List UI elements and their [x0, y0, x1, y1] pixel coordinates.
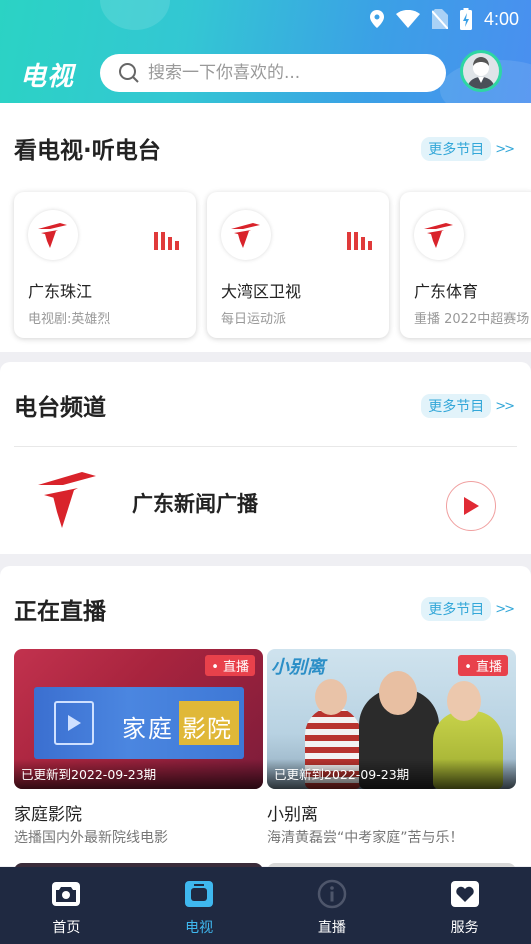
more-programs-button[interactable]: 更多节目	[421, 137, 492, 161]
live-title[interactable]: 小别离	[267, 800, 318, 825]
update-text: 已更新到2022-09-23期	[274, 767, 410, 782]
search-input[interactable]	[148, 63, 428, 83]
channel-program: 重播 2022中超赛场	[414, 312, 530, 327]
channel-logo-icon	[221, 210, 271, 260]
app-logo: 电视	[20, 62, 75, 92]
channel-logo-icon	[28, 210, 78, 260]
wifi-icon	[395, 10, 420, 28]
divider	[14, 446, 517, 447]
poster-person	[379, 671, 417, 715]
nav-label: 服务	[450, 920, 479, 936]
status-time: 4:00	[483, 8, 519, 29]
search-bar[interactable]	[100, 54, 446, 92]
playing-bars-icon	[347, 232, 372, 250]
poster-logo: 小别离	[271, 657, 325, 678]
channel-card[interactable]: 广东珠江 电视剧:英雄烈	[14, 192, 196, 338]
nav-label: 首页	[52, 920, 81, 936]
nav-tv[interactable]: 电视	[133, 867, 266, 944]
search-icon	[119, 63, 139, 83]
tv-icon	[184, 879, 214, 909]
poster-text: 家庭	[122, 715, 174, 743]
nav-label: 电视	[185, 920, 214, 936]
poster-person	[315, 679, 347, 715]
info-icon	[317, 879, 347, 909]
live-title[interactable]: 家庭影院	[14, 800, 82, 825]
radio-section: 电台频道 更多节目 >> 广东新闻广播	[0, 362, 531, 554]
live-desc: 海清黄磊尝“中考家庭”苦与乐！	[267, 830, 464, 846]
live-card[interactable]: 小别离 • 直播 已更新到2022-09-23期	[267, 649, 516, 789]
top-header: 4:00 电视	[0, 0, 531, 103]
channel-logo-icon	[414, 210, 464, 260]
live-desc: 选播国内外最新院线电影	[14, 830, 168, 846]
location-icon	[369, 10, 384, 28]
nav-label: 直播	[317, 920, 346, 936]
live-card[interactable]: 家庭 影院 • 直播 已更新到2022-09-23期	[14, 649, 263, 789]
poster-text: 影院	[182, 715, 232, 743]
live-section: 正在直播 更多节目 >> 家庭 影院 • 直播 已更新到2022-09-23期 …	[0, 566, 531, 873]
update-text: 已更新到2022-09-23期	[21, 767, 157, 782]
channel-name: 广东珠江	[28, 282, 93, 301]
live-badge: • 直播	[205, 655, 255, 676]
channel-program: 每日运动派	[221, 312, 287, 327]
header-decoration	[100, 0, 170, 30]
channel-name: 广东体育	[414, 282, 479, 301]
more-programs-link[interactable]: 更多节目 >>	[421, 597, 515, 621]
station-name[interactable]: 广东新闻广播	[132, 488, 258, 518]
channel-name: 大湾区卫视	[221, 282, 302, 301]
heart-icon	[450, 879, 480, 909]
playing-bars-icon	[154, 232, 179, 250]
battery-charging-icon	[459, 8, 472, 30]
no-sim-icon	[431, 9, 448, 29]
nav-live[interactable]: 直播	[266, 867, 399, 944]
section-title: 看电视·听电台	[14, 138, 161, 164]
play-icon	[464, 497, 479, 515]
channel-card[interactable]: 大湾区卫视 每日运动派	[207, 192, 389, 338]
play-button[interactable]	[446, 481, 496, 531]
more-programs-link[interactable]: 更多节目 >>	[421, 394, 515, 418]
more-programs-button[interactable]: 更多节目	[421, 394, 492, 418]
double-chevron-icon: >>	[495, 398, 515, 414]
more-programs-button[interactable]: 更多节目	[421, 597, 492, 621]
home-camera-icon	[51, 879, 81, 909]
channel-program: 电视剧:英雄烈	[28, 312, 111, 327]
section-title: 电台频道	[14, 395, 106, 421]
live-badge: • 直播	[458, 655, 508, 676]
poster-film-icon	[54, 701, 94, 745]
double-chevron-icon: >>	[495, 601, 515, 617]
channel-card[interactable]: 广东体育 重播 2022中超赛场	[400, 192, 531, 338]
user-avatar-icon	[467, 57, 495, 89]
station-logo-icon	[36, 468, 100, 534]
double-chevron-icon: >>	[495, 141, 515, 157]
nav-home[interactable]: 首页	[0, 867, 133, 944]
nav-service[interactable]: 服务	[398, 867, 531, 944]
more-programs-link[interactable]: 更多节目 >>	[421, 137, 515, 161]
section-title: 正在直播	[14, 599, 106, 625]
status-bar: 4:00	[369, 6, 519, 32]
bottom-nav: 首页 电视 直播 服务	[0, 867, 531, 944]
poster-person	[447, 681, 481, 721]
avatar[interactable]	[460, 50, 502, 92]
